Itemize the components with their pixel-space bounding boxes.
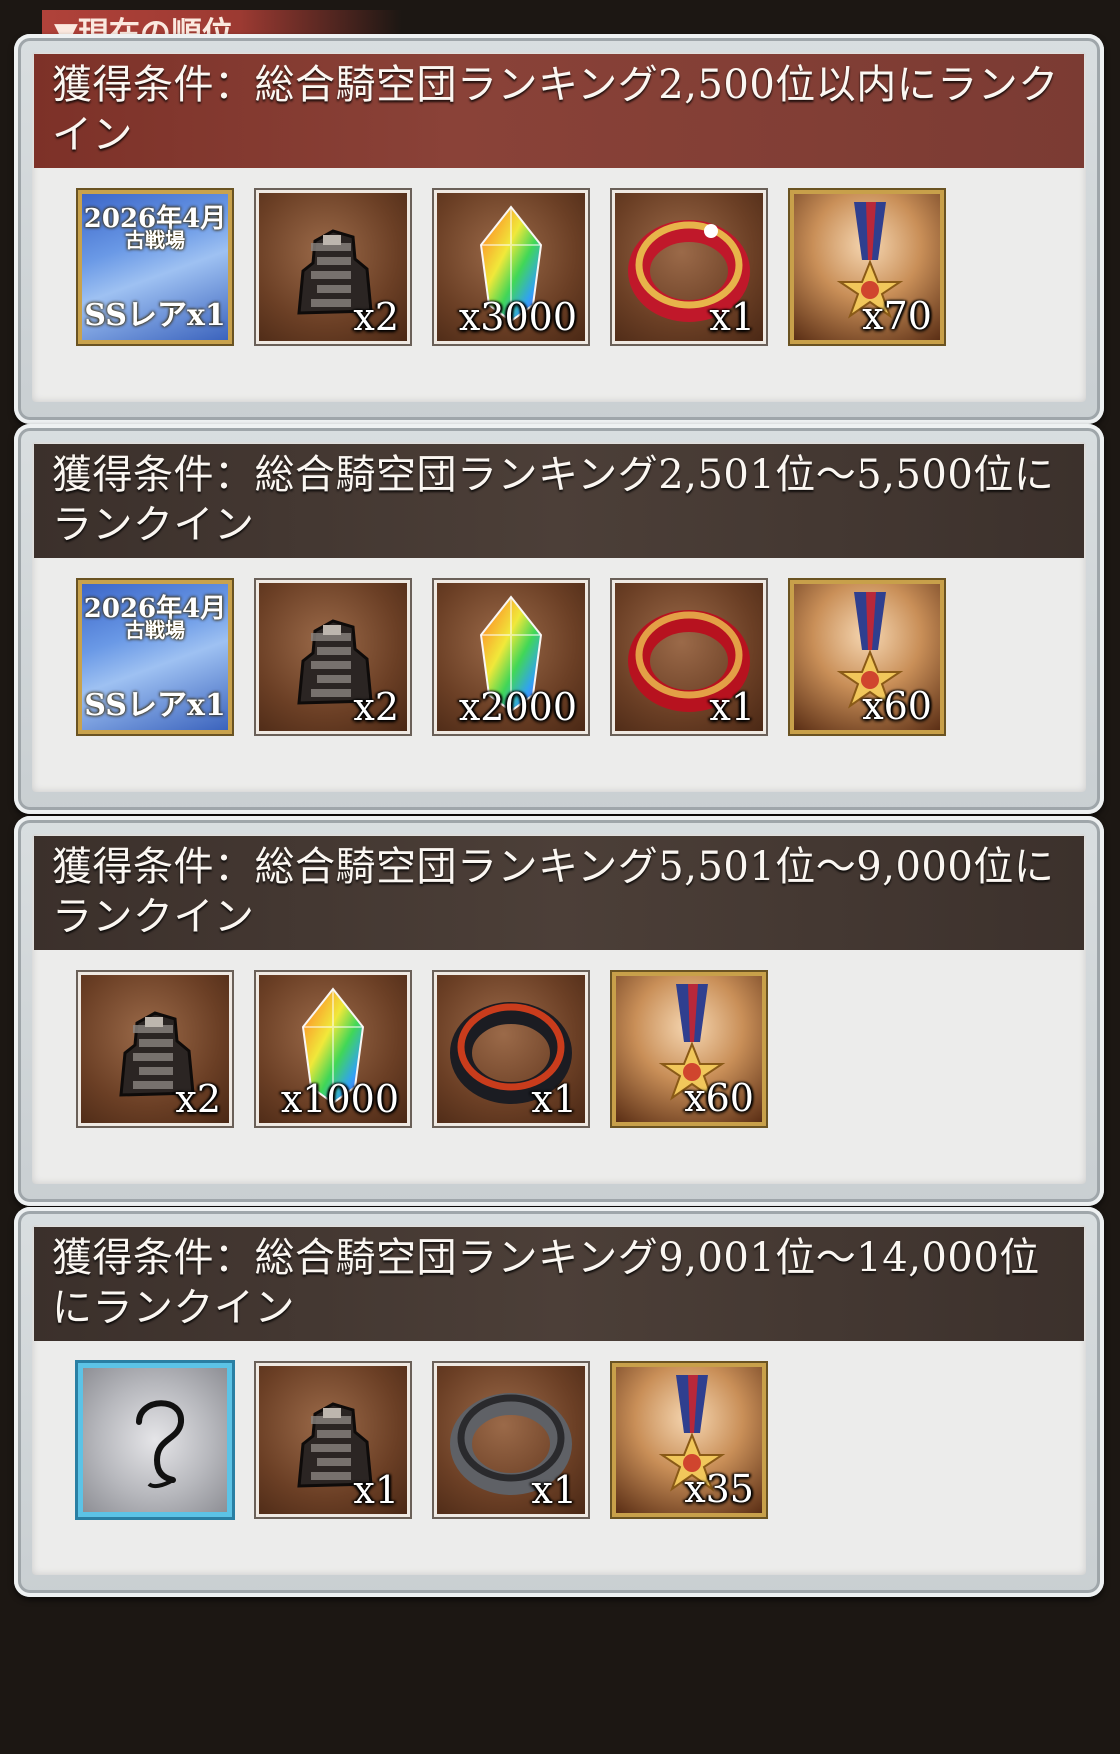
question-mark-icon <box>136 1400 184 1489</box>
reward-item-medal[interactable]: x35 <box>610 1361 768 1519</box>
item-count: x1 <box>531 1077 577 1121</box>
ticket-ticket-line2: 古戦場 <box>125 618 185 642</box>
reward-item-ring-silver[interactable]: x1 <box>432 1361 590 1519</box>
reward-item-ore[interactable]: x1 <box>254 1361 412 1519</box>
item-count: x3000 <box>458 295 577 339</box>
reward-item-medal[interactable]: x70 <box>788 188 946 346</box>
item-count: x2 <box>175 1077 221 1121</box>
ticket-ticket-line2: 古戦場 <box>125 228 185 252</box>
item-count: x1 <box>353 1468 399 1512</box>
reward-item-ticket[interactable]: 2026年4月 古戦場 SSレアx1 <box>76 188 234 346</box>
reward-item-crystal[interactable]: x3000 <box>432 188 590 346</box>
reward-item-crystal[interactable]: x1000 <box>254 970 412 1128</box>
item-count: x2 <box>353 685 399 729</box>
reward-item-ring-black[interactable]: x1 <box>432 970 590 1128</box>
reward-item-ring-gold[interactable]: x1 <box>610 188 768 346</box>
reward-item-medal[interactable]: x60 <box>610 970 768 1128</box>
reward-item-ring-red[interactable]: x1 <box>610 578 768 736</box>
condition-header: 獲得条件：総合騎空団ランキング5,501位〜9,000位にランクイン <box>34 836 1084 950</box>
reward-item-ore[interactable]: x2 <box>254 188 412 346</box>
condition-header: 獲得条件：総合騎空団ランキング2,500位以内にランクイン <box>34 54 1084 168</box>
condition-header: 獲得条件：総合騎空団ランキング2,501位〜5,500位にランクイン <box>34 444 1084 558</box>
item-count: x70 <box>862 294 932 338</box>
item-count: x2 <box>353 295 399 339</box>
item-count: x1 <box>709 685 755 729</box>
condition-header: 獲得条件：総合騎空団ランキング9,001位〜14,000位にランクイン <box>34 1227 1084 1341</box>
item-count: x60 <box>862 684 932 728</box>
item-count: x2000 <box>458 685 577 729</box>
item-count: x60 <box>684 1076 754 1120</box>
reward-item-ore[interactable]: x2 <box>254 578 412 736</box>
item-count: x1000 <box>280 1077 399 1121</box>
reward-item-ticket[interactable]: 2026年4月 古戦場 SSレアx1 <box>76 578 234 736</box>
ticket-ticket-line3: SSレアx1 <box>84 688 226 723</box>
reward-item-ore[interactable]: x2 <box>76 970 234 1128</box>
reward-item-crystal[interactable]: x2000 <box>432 578 590 736</box>
reward-item-medal[interactable]: x60 <box>788 578 946 736</box>
item-count: x35 <box>684 1467 754 1511</box>
reward-tier-panel: 獲得条件：総合騎空団ランキング2,501位〜5,500位にランクイン 2026年4… <box>14 424 1104 814</box>
item-count: x1 <box>709 295 755 339</box>
reward-tier-panel: 獲得条件：総合騎空団ランキング5,501位〜9,000位にランクイン x2 x100… <box>14 816 1104 1206</box>
ticket-ticket-line3: SSレアx1 <box>84 298 226 333</box>
reward-tier-panel: 獲得条件：総合騎空団ランキング2,500位以内にランクイン 2026年4月 古戦場 S… <box>14 34 1104 424</box>
item-count: x1 <box>531 1468 577 1512</box>
reward-tier-panel: 獲得条件：総合騎空団ランキング9,001位〜14,000位にランクイン x1 x1 x… <box>14 1207 1104 1597</box>
reward-item-mystery[interactable] <box>75 1360 235 1520</box>
